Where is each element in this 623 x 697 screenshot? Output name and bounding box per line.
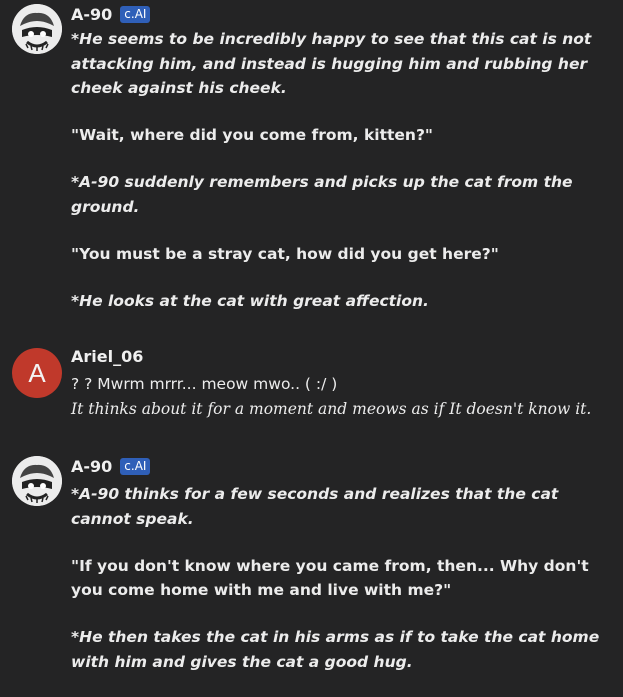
message-paragraph: "Wait, where did you come from, kitten?" [71, 126, 434, 144]
author-name: A-90 [71, 5, 113, 24]
message-paragraph: *A-90 suddenly remembers and picks up th… [71, 173, 573, 216]
bot-avatar[interactable] [12, 456, 62, 506]
user-avatar[interactable]: A [12, 348, 62, 398]
author-name: Ariel_06 [71, 347, 144, 366]
message-paragraph: "You must be a stray cat, how did you ge… [71, 244, 499, 263]
author-name: A-90 [71, 457, 113, 476]
bot-avatar[interactable] [12, 4, 62, 54]
message-line: ? ? Mwrm mrrr... meow mwo.. ( :/ ) [71, 375, 338, 393]
cai-badge: c.AI [120, 6, 151, 23]
message-paragraph: *A-90 thinks for a few seconds and reali… [71, 485, 559, 528]
message-paragraph: "If you don't know where you came from, … [71, 556, 589, 600]
message-paragraph: *He looks at the cat with great affectio… [71, 291, 429, 310]
message-line: It thinks about it for a moment and meow… [71, 399, 592, 418]
message-paragraph: *He seems to be incredibly happy to see … [71, 30, 592, 97]
message-paragraph: *He then takes the cat in his arms as if… [71, 628, 600, 671]
cai-badge: c.AI [120, 458, 151, 475]
